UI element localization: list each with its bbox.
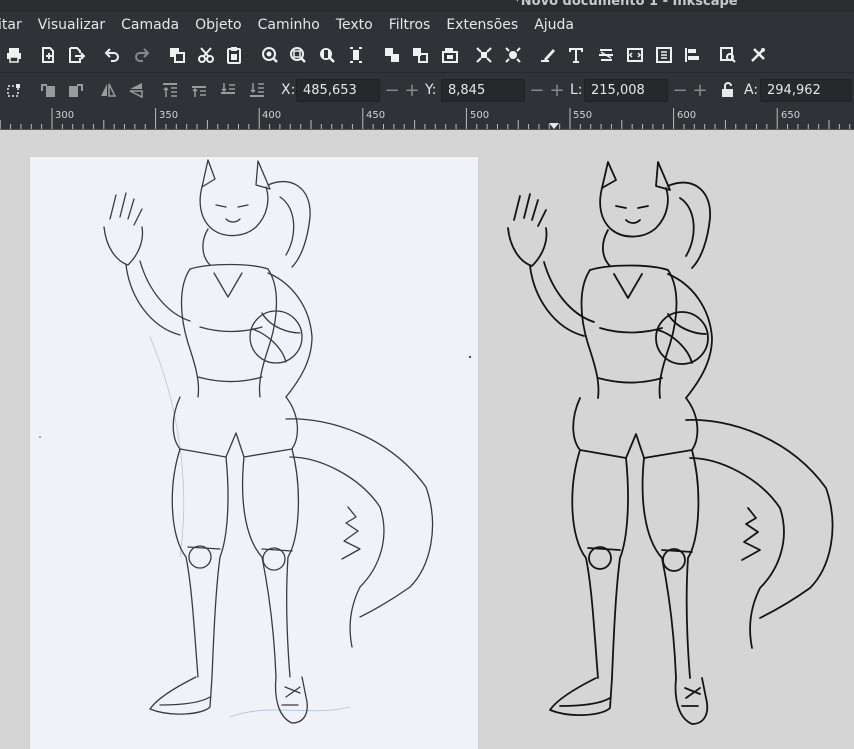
select-all-icon[interactable]: [4, 80, 24, 100]
vectorized-drawing[interactable]: [490, 154, 854, 749]
clone-icon[interactable]: [440, 45, 460, 65]
width-stepper[interactable]: − +: [670, 79, 710, 102]
menu-text[interactable]: Texto: [328, 12, 381, 38]
fit-page-icon[interactable]: [346, 45, 366, 65]
zoom-page-icon[interactable]: [317, 45, 337, 65]
y-label: Y:: [425, 82, 437, 98]
node-editor-icon[interactable]: [474, 45, 494, 65]
ungroup-icon[interactable]: [410, 45, 430, 65]
y-field[interactable]: 8,845: [441, 79, 525, 102]
width-decrement-button[interactable]: −: [671, 80, 689, 101]
tool-controls-bar: X: 485,653 − + Y: 8,845 − + L: 215,008 −…: [0, 72, 854, 106]
rotate-ccw-icon[interactable]: [38, 80, 58, 100]
raise-icon[interactable]: [189, 80, 209, 100]
objects-icon[interactable]: [625, 45, 645, 65]
ruler-ticks: [0, 108, 851, 129]
menu-view[interactable]: Visualizar: [30, 12, 113, 38]
zoom-drawing-icon[interactable]: [288, 45, 308, 65]
x-label: X:: [281, 82, 296, 98]
ruler-label-650: 650: [781, 110, 801, 121]
ruler-label-550: 550: [573, 110, 593, 121]
group-icon[interactable]: [382, 45, 402, 65]
menu-help[interactable]: Ajuda: [526, 12, 582, 38]
lower-to-bottom-icon[interactable]: [247, 80, 267, 100]
x-stepper[interactable]: − +: [382, 79, 422, 102]
window-title: *Novo documento 1 - Inkscape: [514, 0, 738, 9]
print-icon[interactable]: [4, 45, 24, 65]
undo-icon[interactable]: [102, 45, 122, 65]
ruler-label-500: 500: [470, 110, 490, 121]
pencil-sketch-drawing: [39, 159, 472, 724]
commands-toolbar: [0, 38, 854, 72]
preferences-icon[interactable]: [748, 45, 768, 65]
title-bar: *Novo documento 1 - Inkscape: [0, 0, 854, 12]
width-label: L:: [570, 82, 583, 98]
ruler-label-300: 300: [55, 110, 75, 121]
y-stepper[interactable]: − +: [527, 79, 567, 102]
menu-layer[interactable]: Camada: [113, 12, 187, 38]
fill-stroke-icon[interactable]: [538, 45, 558, 65]
paste-icon[interactable]: [224, 45, 244, 65]
lower-icon[interactable]: [218, 80, 238, 100]
flip-horizontal-icon[interactable]: [98, 80, 118, 100]
horizontal-ruler[interactable]: 300 350 400 450 500 550 600 650: [0, 106, 854, 130]
width-field[interactable]: 215,008: [584, 79, 668, 102]
raise-to-top-icon[interactable]: [160, 80, 180, 100]
xml-editor-icon[interactable]: [596, 45, 616, 65]
zoom-selection-icon[interactable]: [260, 45, 280, 65]
menu-filters[interactable]: Filtros: [381, 12, 439, 38]
import-icon[interactable]: [38, 45, 58, 65]
ruler-label-350: 350: [159, 110, 179, 121]
menu-extensions[interactable]: Extensões: [438, 12, 526, 38]
x-decrement-button[interactable]: −: [383, 80, 401, 101]
export-icon[interactable]: [66, 45, 86, 65]
menu-object[interactable]: Objeto: [187, 12, 249, 38]
find-icon[interactable]: [718, 45, 738, 65]
ruler-label-400: 400: [262, 110, 282, 121]
align-icon[interactable]: [682, 45, 702, 65]
height-label: A:: [744, 82, 759, 98]
duplicate-icon[interactable]: [167, 45, 187, 65]
y-decrement-button[interactable]: −: [528, 80, 546, 101]
menu-bar: itar Visualizar Camada Objeto Caminho Te…: [0, 12, 854, 38]
ruler-label-450: 450: [366, 110, 386, 121]
ruler-label-600: 600: [677, 110, 697, 121]
redo-icon[interactable]: [132, 45, 152, 65]
flip-vertical-icon[interactable]: [126, 80, 146, 100]
height-field[interactable]: 294,962: [760, 79, 852, 102]
ruler-pointer-marker: [549, 123, 559, 129]
rotate-cw-icon[interactable]: [66, 80, 86, 100]
scanned-sketch-image[interactable]: [30, 157, 478, 749]
width-increment-button[interactable]: +: [691, 80, 709, 101]
lock-icon[interactable]: [718, 80, 738, 100]
cut-icon[interactable]: [196, 45, 216, 65]
layers-icon[interactable]: [654, 45, 674, 65]
x-increment-button[interactable]: +: [403, 80, 421, 101]
menu-path[interactable]: Caminho: [250, 12, 328, 38]
drawing-canvas[interactable]: [0, 130, 854, 749]
y-increment-button[interactable]: +: [548, 80, 566, 101]
x-field[interactable]: 485,653: [296, 79, 380, 102]
snap-icon[interactable]: [503, 45, 523, 65]
menu-edit[interactable]: itar: [0, 12, 30, 38]
text-icon[interactable]: [566, 45, 586, 65]
